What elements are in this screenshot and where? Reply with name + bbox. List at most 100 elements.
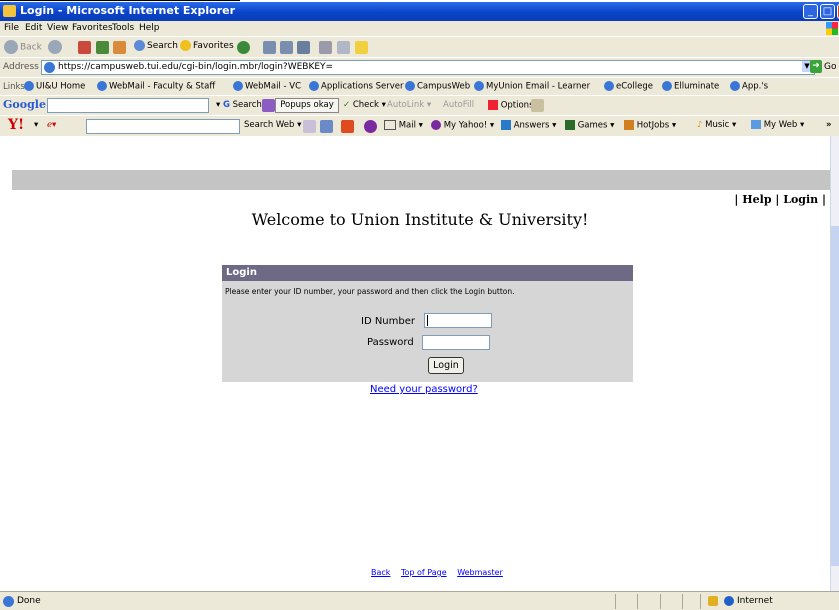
address-url: https://campusweb.tui.edu/cgi-bin/login.…	[58, 62, 334, 72]
go-button[interactable]: ➜ Go	[808, 60, 836, 74]
my-web-icon	[751, 120, 761, 129]
link-campusweb[interactable]: CampusWeb	[405, 81, 470, 92]
login-instructions: Please enter your ID number, your passwo…	[225, 287, 515, 296]
my-yahoo-button[interactable]: My Yahoo! ▾	[431, 120, 494, 131]
ie-app-icon	[3, 5, 16, 17]
id-number-input[interactable]	[424, 313, 492, 328]
popups-okay-button[interactable]: Popups okay	[275, 98, 339, 113]
login-button[interactable]: Login	[428, 357, 464, 374]
back-arrow-icon	[4, 40, 18, 54]
page-menu-icon[interactable]	[320, 120, 333, 133]
link-label: eCollege	[616, 81, 653, 92]
search-button[interactable]: Search	[134, 40, 178, 51]
antispy-icon[interactable]	[341, 120, 354, 133]
yahoo-logo[interactable]: Y!	[8, 117, 24, 133]
google-logo[interactable]: Google	[3, 98, 46, 111]
spell-check-button[interactable]: ✓ Check ▾	[343, 100, 386, 110]
link-label: UI&U Home	[36, 81, 86, 92]
link-webmail-faculty[interactable]: WebMail - Faculty & Staff	[97, 81, 215, 92]
google-toolbar: Google ▾ G Search ▾ Popups okay ✓ Check …	[0, 95, 839, 115]
title-bar: Login - Microsoft Internet Explorer _ □ …	[0, 2, 839, 21]
research-icon[interactable]	[337, 41, 350, 54]
menu-help[interactable]: Help	[139, 23, 160, 33]
menu-tools[interactable]: Tools	[112, 23, 134, 33]
refresh-icon[interactable]	[96, 41, 109, 54]
forward-button[interactable]	[48, 40, 64, 54]
games-button[interactable]: Games ▾	[565, 120, 614, 131]
autofill-label: AutoFill	[443, 100, 475, 110]
answers-button[interactable]: Answers ▾	[501, 120, 556, 131]
music-button[interactable]: ♪ Music ▾	[697, 120, 736, 130]
options-button[interactable]: Options	[488, 100, 534, 111]
stop-icon[interactable]	[78, 41, 91, 54]
options-icon	[488, 100, 498, 110]
yahoo-circle-icon[interactable]	[364, 120, 377, 133]
discuss-icon[interactable]	[319, 41, 332, 54]
login-link[interactable]: Login	[783, 193, 818, 206]
need-password-link[interactable]: Need your password?	[370, 384, 478, 395]
music-label: Music	[705, 120, 730, 130]
footer-top-of-page-link[interactable]: Top of Page	[401, 568, 447, 577]
scrollbar-thumb[interactable]	[831, 226, 839, 566]
link-webmail-vc[interactable]: WebMail - VC	[233, 81, 301, 92]
mail-label: Mail	[398, 120, 416, 131]
menu-edit[interactable]: Edit	[25, 23, 42, 33]
menu-file[interactable]: File	[4, 23, 19, 33]
mail-button[interactable]: Mail ▾	[384, 120, 423, 131]
caption-underline	[0, 0, 240, 1]
autofill-button[interactable]: AutoFill	[443, 100, 474, 110]
link-elluminate[interactable]: Elluminate	[662, 81, 719, 92]
yahoo-search-input[interactable]	[86, 119, 240, 134]
vertical-scrollbar[interactable]	[830, 136, 839, 591]
link-page-icon	[662, 81, 672, 91]
my-web-button[interactable]: My Web ▾	[751, 120, 804, 130]
link-applications-server[interactable]: Applications Server	[309, 81, 404, 92]
link-page-icon	[97, 81, 107, 91]
pagerank-icon[interactable]	[262, 99, 275, 112]
yahoo-e-icon[interactable]: ℯ▾	[47, 120, 56, 130]
favorites-button[interactable]: Favorites	[180, 40, 234, 51]
google-search-input[interactable]	[47, 98, 209, 113]
security-zone-label: Internet	[737, 596, 773, 606]
status-text: Done	[17, 596, 41, 606]
link-myunion-email[interactable]: MyUnion Email - Learner	[474, 81, 590, 92]
help-link[interactable]: Help	[742, 193, 771, 206]
autolink-button[interactable]: AutoLink ▾	[387, 100, 431, 110]
lock-icon[interactable]	[708, 596, 718, 606]
check-label: Check	[352, 100, 379, 110]
link-apps[interactable]: App.'s	[730, 81, 768, 92]
password-input[interactable]	[422, 335, 490, 350]
page-done-icon	[3, 596, 14, 607]
mail-icon[interactable]	[263, 41, 276, 54]
internet-globe-icon	[724, 596, 734, 606]
link-page-icon	[730, 81, 740, 91]
menu-favorites[interactable]: Favorites	[72, 23, 113, 33]
history-icon[interactable]	[237, 41, 250, 54]
pencil-icon[interactable]	[531, 99, 544, 112]
login-panel: Login Please enter your ID number, your …	[222, 265, 633, 382]
menu-bar: File Edit View Favorites Tools Help	[0, 21, 839, 36]
toolbar-overflow-icon[interactable]: »	[826, 120, 832, 130]
hotjobs-button[interactable]: HotJobs ▾	[624, 120, 676, 131]
footer-back-link[interactable]: Back	[371, 568, 390, 577]
edit-icon[interactable]	[297, 41, 310, 54]
google-search-button[interactable]: ▾ G Search ▾	[216, 100, 269, 110]
yahoo-menu-arrow-icon[interactable]: ▾	[34, 120, 38, 130]
print-icon[interactable]	[280, 41, 293, 54]
search-web-button[interactable]: Search Web ▾	[244, 120, 301, 130]
footer-webmaster-link[interactable]: Webmaster	[457, 568, 503, 577]
menu-view[interactable]: View	[47, 23, 68, 33]
my-yahoo-label: My Yahoo!	[443, 120, 488, 131]
highlight-icon[interactable]	[303, 120, 316, 133]
minimize-button[interactable]: _	[803, 4, 818, 19]
options-label: Options	[500, 100, 534, 111]
link-uiu-home[interactable]: UI&U Home	[24, 81, 85, 92]
address-input[interactable]: https://campusweb.tui.edu/cgi-bin/login.…	[41, 60, 815, 75]
home-icon[interactable]	[113, 41, 126, 54]
login-panel-title: Login	[222, 265, 633, 281]
my-web-label: My Web	[763, 120, 798, 130]
maximize-button[interactable]: □	[820, 4, 835, 19]
back-button[interactable]: Back	[4, 40, 42, 54]
link-ecollege[interactable]: eCollege	[604, 81, 653, 92]
messenger-icon[interactable]	[355, 41, 368, 54]
